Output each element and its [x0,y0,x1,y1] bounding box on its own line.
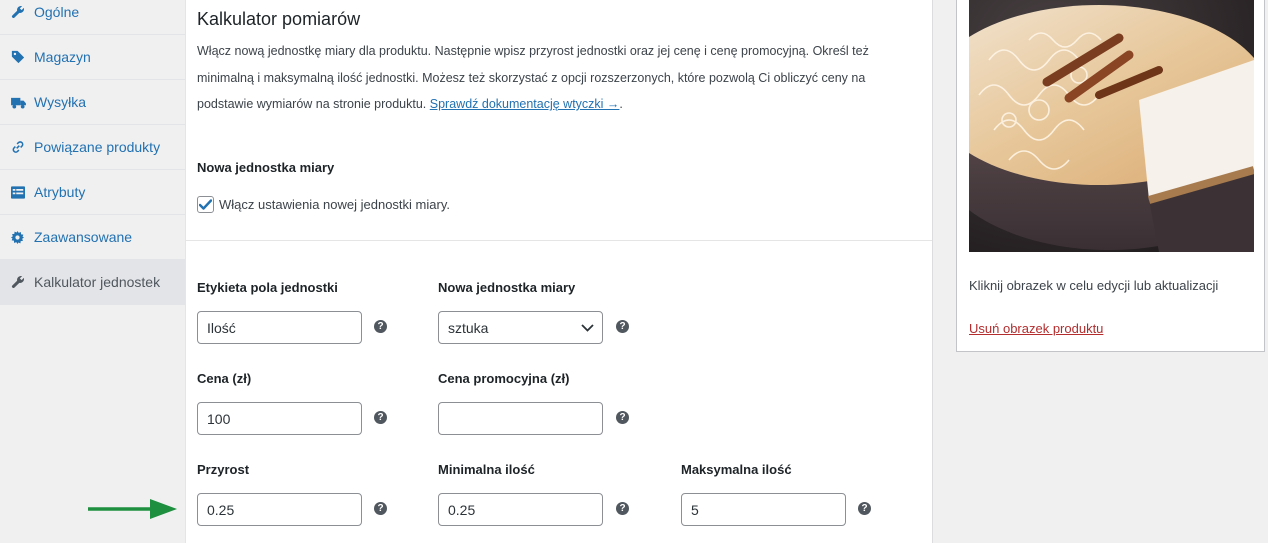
divider [186,240,932,241]
help-icon[interactable]: ? [858,502,871,515]
cake-photo-icon [969,0,1254,252]
section-description: Włącz nową jednostkę miary dla produktu.… [197,38,912,118]
tab-linked-products[interactable]: Powiązane produkty [0,125,185,170]
price-input[interactable]: 100 [197,402,362,435]
sale-price-field-label: Cena promocyjna (zł) [438,371,570,386]
remove-product-image-link[interactable]: Usuń obrazek produktu [969,321,1103,336]
unit-label-input[interactable]: Ilość [197,311,362,344]
product-data-screen: Ogólne Magazyn Wysyłka Powiązane produkt… [0,0,1268,543]
documentation-link[interactable]: Sprawdź dokumentację wtyczki → [430,97,620,111]
tab-label: Magazyn [34,49,91,65]
help-icon[interactable]: ? [374,502,387,515]
tab-label: Ogólne [34,4,80,20]
list-icon [11,184,29,200]
image-edit-hint: Kliknij obrazek w celu edycji lub aktual… [969,278,1219,293]
product-image[interactable] [969,0,1254,252]
enable-new-unit-label: Włącz ustawienia nowej jednostki miary. [219,197,450,212]
min-qty-field-label: Minimalna ilość [438,462,535,477]
truck-icon [11,94,29,110]
tab-label: Zaawansowane [34,229,133,245]
tab-label: Powiązane produkty [34,139,161,155]
new-unit-subheading: Nowa jednostka miary [197,160,335,175]
increment-input[interactable]: 0.25 [197,493,362,526]
help-icon[interactable]: ? [374,320,387,333]
tab-attributes[interactable]: Atrybuty [0,170,185,215]
gear-icon [11,229,29,245]
max-qty-input[interactable]: 5 [681,493,846,526]
tab-general[interactable]: Ogólne [0,0,185,35]
tab-advanced[interactable]: Zaawansowane [0,215,185,260]
new-unit-select-value: sztuka [448,319,489,336]
chevron-down-icon [581,323,594,332]
help-icon[interactable]: ? [374,411,387,424]
wrench-icon [11,4,29,20]
tab-unit-calculator[interactable]: Kalkulator jednostek [0,260,185,305]
section-title: Kalkulator pomiarów [197,9,361,29]
help-icon[interactable]: ? [616,320,629,333]
enable-new-unit-checkbox[interactable] [197,196,214,213]
tag-icon [11,49,29,65]
tab-label: Kalkulator jednostek [34,274,161,290]
increment-field-label: Przyrost [197,462,250,477]
product-data-tabs: Ogólne Magazyn Wysyłka Powiązane produkt… [0,0,186,543]
tab-label: Wysyłka [34,94,86,110]
tab-shipping[interactable]: Wysyłka [0,80,185,125]
link-icon [11,139,29,155]
new-unit-select[interactable]: sztuka [438,311,603,344]
unit-label-field-label: Etykieta pola jednostki [197,280,338,295]
description-line-2: minimalną i maksymalną ilość jednostki. … [197,70,866,85]
description-line-1: Włącz nową jednostkę miary dla produktu.… [197,44,869,58]
max-qty-field-label: Maksymalna ilość [681,462,792,477]
product-image-box: Kliknij obrazek w celu edycji lub aktual… [956,0,1265,352]
annotation-arrow-icon [88,499,177,519]
price-field-label: Cena (zł) [197,371,252,386]
sale-price-input[interactable] [438,402,603,435]
description-suffix: . [619,97,623,111]
tab-label: Atrybuty [34,184,86,200]
wrench-icon [11,274,29,290]
checkmark-icon [199,199,212,210]
min-qty-input[interactable]: 0.25 [438,493,603,526]
new-unit-field-label: Nowa jednostka miary [438,280,576,295]
help-icon[interactable]: ? [616,411,629,424]
tab-inventory[interactable]: Magazyn [0,35,185,80]
help-icon[interactable]: ? [616,502,629,515]
description-line-3: podstawie wymiarów na stronie produktu. [197,97,430,111]
enable-new-unit-row[interactable]: Włącz ustawienia nowej jednostki miary. [197,196,450,213]
unit-calculator-panel: Kalkulator pomiarów Włącz nową jednostkę… [186,0,933,543]
